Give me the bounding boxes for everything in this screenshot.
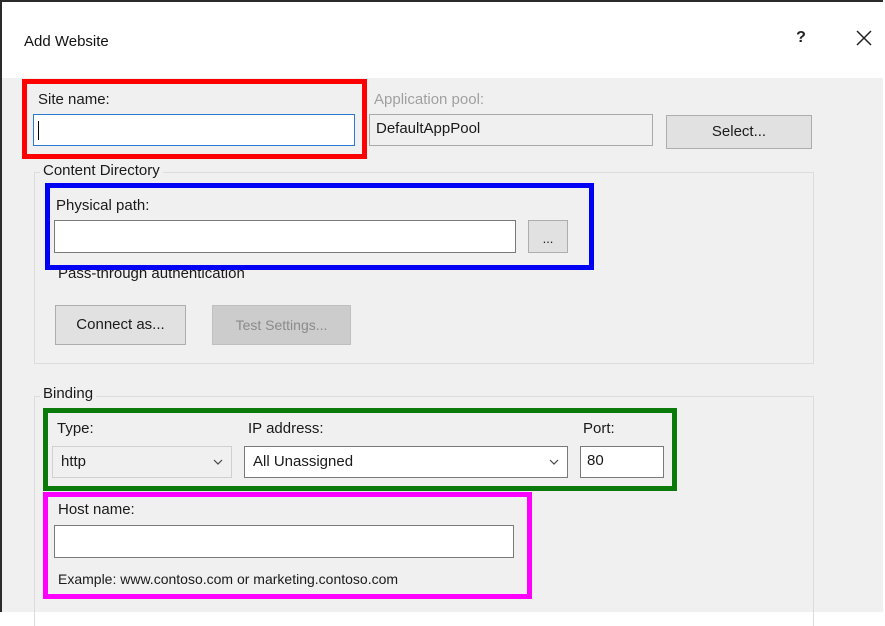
site-name-input[interactable]	[33, 114, 355, 146]
port-label: Port:	[583, 420, 615, 437]
ip-address-label: IP address:	[248, 420, 324, 437]
host-name-example-text: Example: www.contoso.com or marketing.co…	[58, 571, 399, 587]
site-name-label: Site name:	[38, 91, 110, 108]
text-caret	[38, 121, 39, 140]
select-app-pool-button[interactable]: Select...	[666, 115, 812, 149]
physical-path-input[interactable]	[54, 220, 516, 253]
chevron-down-icon	[213, 459, 223, 465]
ip-address-value: All Unassigned	[253, 453, 354, 470]
test-settings-button[interactable]: Test Settings...	[212, 305, 351, 345]
browse-path-button[interactable]: ...	[528, 220, 568, 253]
binding-type-value: http	[61, 453, 87, 470]
title-bar: Add Website ?	[2, 2, 885, 78]
content-directory-title: Content Directory	[40, 162, 163, 179]
close-icon	[856, 30, 872, 46]
dialog-title: Add Website	[24, 33, 109, 50]
host-name-input[interactable]	[54, 525, 514, 558]
ip-address-select[interactable]: All Unassigned	[244, 446, 568, 478]
pass-through-authentication-label: Pass-through authentication	[58, 265, 245, 282]
help-button[interactable]: ?	[791, 29, 811, 51]
physical-path-label: Physical path:	[56, 197, 150, 214]
port-input[interactable]: 80	[580, 446, 664, 478]
application-pool-label: Application pool:	[374, 91, 485, 108]
chevron-down-icon	[549, 459, 559, 465]
close-button[interactable]	[852, 26, 876, 50]
host-name-label: Host name:	[58, 501, 135, 518]
connect-as-button[interactable]: Connect as...	[55, 305, 186, 345]
binding-type-label: Type:	[57, 420, 94, 437]
add-website-dialog: Add Website ? Site name: Application poo…	[0, 0, 885, 626]
binding-title: Binding	[40, 385, 97, 402]
binding-group	[34, 396, 814, 626]
application-pool-field: DefaultAppPool	[369, 114, 653, 146]
binding-type-select[interactable]: http	[52, 446, 232, 478]
